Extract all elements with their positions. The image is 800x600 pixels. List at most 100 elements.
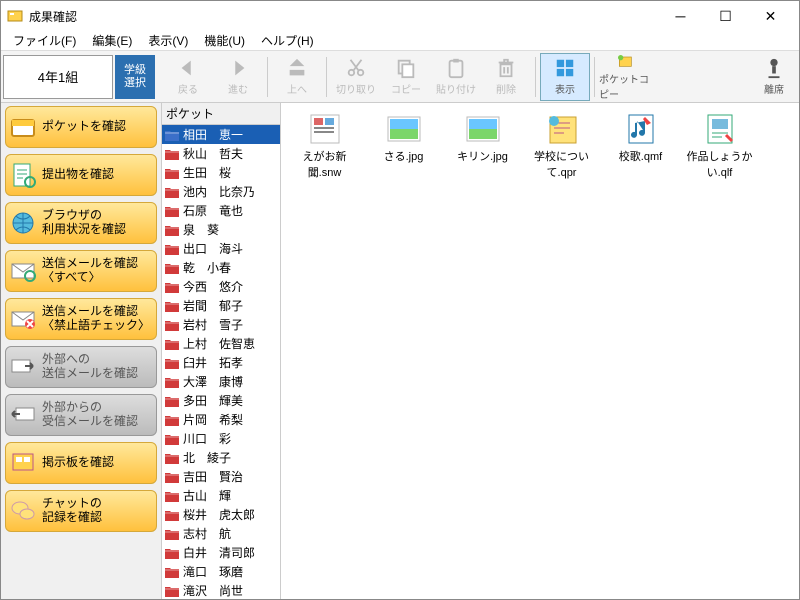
file-item[interactable]: さる.jpg <box>366 113 441 180</box>
tree-header: ポケット <box>162 103 280 125</box>
tree-item[interactable]: 滝沢 尚世 <box>162 581 280 599</box>
tree-item[interactable]: 泉 葵 <box>162 220 280 239</box>
tree-item[interactable]: 池内 比奈乃 <box>162 182 280 201</box>
tree-item[interactable]: 吉田 賢治 <box>162 467 280 486</box>
action-bbs[interactable]: 掲示板を確認 <box>5 442 157 484</box>
class-display: 4年1組 <box>3 55 113 99</box>
app-icon <box>7 8 23 24</box>
delete-icon <box>495 57 517 79</box>
folder-icon <box>165 300 179 312</box>
tree-item[interactable]: 川口 彩 <box>162 429 280 448</box>
folder-icon <box>165 566 179 578</box>
tree-body[interactable]: 相田 恵一秋山 哲夫生田 桜池内 比奈乃石原 竜也泉 葵出口 海斗乾 小春今西 … <box>162 125 280 599</box>
up-icon <box>286 57 308 79</box>
paste-icon <box>445 57 467 79</box>
file-label: 校歌.qmf <box>619 148 662 164</box>
board-icon <box>10 450 36 476</box>
close-button[interactable]: ✕ <box>748 2 793 30</box>
action-ext-out[interactable]: 外部への送信メールを確認 <box>5 346 157 388</box>
file-item[interactable]: 校歌.qmf <box>603 113 678 180</box>
file-view[interactable]: えがお新聞.snwさる.jpg キリン.jpg 学校について.qpr 校歌.qmf 作品… <box>281 103 799 599</box>
folder-icon <box>165 281 179 293</box>
tree-item[interactable]: 生田 桜 <box>162 163 280 182</box>
folder-icon <box>165 585 179 597</box>
tree-item[interactable]: 大澤 康博 <box>162 372 280 391</box>
toolbar: 4年1組 学級選択 戻る進む上へ切り取りコピー貼り付け削除表示ポケットコピー 離… <box>1 51 799 103</box>
tree-item[interactable]: 石原 竜也 <box>162 201 280 220</box>
file-label: キリン.jpg <box>457 148 508 164</box>
pocket-copy-icon <box>613 53 635 69</box>
tree-item[interactable]: 滝口 琢磨 <box>162 562 280 581</box>
menu-ヘルプ[interactable]: ヘルプ(H) <box>253 30 322 51</box>
toolbar-paste-button: 貼り付け <box>431 53 481 101</box>
copy-icon <box>395 57 417 79</box>
tree-item[interactable]: 乾 小春 <box>162 258 280 277</box>
folder-icon <box>165 433 179 445</box>
file-img-icon <box>384 113 424 145</box>
doc-icon <box>10 162 36 188</box>
mailin-icon <box>10 402 36 428</box>
folder-icon <box>165 452 179 464</box>
folder-icon <box>165 129 179 141</box>
away-button[interactable]: 離席 <box>749 53 799 101</box>
menu-ファイル[interactable]: ファイル(F) <box>5 30 84 51</box>
action-ext-in[interactable]: 外部からの受信メールを確認 <box>5 394 157 436</box>
menu-編集[interactable]: 編集(E) <box>84 30 140 51</box>
chair-icon <box>763 57 785 79</box>
folder-icon <box>165 490 179 502</box>
window-title: 成果確認 <box>29 8 658 25</box>
tree-item[interactable]: 片岡 希梨 <box>162 410 280 429</box>
file-img-icon <box>463 113 503 145</box>
toolbar-up-button: 上へ <box>272 53 322 101</box>
minimize-button[interactable]: ─ <box>658 2 703 30</box>
file-item[interactable]: 学校について.qpr <box>524 113 599 180</box>
toolbar-cut-button: 切り取り <box>331 53 381 101</box>
tree-item[interactable]: 岩村 雪子 <box>162 315 280 334</box>
mailout-icon <box>10 354 36 380</box>
folder-icon <box>165 243 179 255</box>
tree-item[interactable]: 秋山 哲夫 <box>162 144 280 163</box>
tree-item[interactable]: 古山 輝 <box>162 486 280 505</box>
mailx-icon <box>10 306 36 332</box>
toolbar-delete-button: 削除 <box>481 53 531 101</box>
file-item[interactable]: えがお新聞.snw <box>287 113 362 180</box>
file-item[interactable]: キリン.jpg <box>445 113 520 180</box>
action-sentmail-ng[interactable]: 送信メールを確認〈禁止語チェック〉 <box>5 298 157 340</box>
class-select-button[interactable]: 学級選択 <box>115 55 155 99</box>
tree-item[interactable]: 多田 輝美 <box>162 391 280 410</box>
folder-icon <box>165 414 179 426</box>
tree-item[interactable]: 今西 悠介 <box>162 277 280 296</box>
tree-item[interactable]: 岩間 郁子 <box>162 296 280 315</box>
action-submit[interactable]: 提出物を確認 <box>5 154 157 196</box>
tree-item[interactable]: 白井 清司郎 <box>162 543 280 562</box>
action-chat[interactable]: チャットの記録を確認 <box>5 490 157 532</box>
folder-icon <box>165 262 179 274</box>
tree-item[interactable]: 北 綾子 <box>162 448 280 467</box>
menu-機能[interactable]: 機能(U) <box>196 30 253 51</box>
folder-icon <box>165 547 179 559</box>
student-tree: ポケット 相田 恵一秋山 哲夫生田 桜池内 比奈乃石原 竜也泉 葵出口 海斗乾 … <box>161 103 281 599</box>
mail-icon <box>10 258 36 284</box>
tree-item[interactable]: 出口 海斗 <box>162 239 280 258</box>
cut-icon <box>345 57 367 79</box>
tree-item[interactable]: 上村 佐智恵 <box>162 334 280 353</box>
toolbar-copy-button: コピー <box>381 53 431 101</box>
file-label: 学校について.qpr <box>524 148 599 180</box>
view-icon <box>554 57 576 79</box>
tree-item[interactable]: 桜井 虎太郎 <box>162 505 280 524</box>
maximize-button[interactable]: ☐ <box>703 2 748 30</box>
action-sentmail[interactable]: 送信メールを確認〈すべて〉 <box>5 250 157 292</box>
folder-icon <box>165 395 179 407</box>
action-pocket[interactable]: ポケットを確認 <box>5 106 157 148</box>
toolbar-pocket-copy-button[interactable]: ポケットコピー <box>599 53 649 101</box>
tree-item[interactable]: 志村 航 <box>162 524 280 543</box>
folder-icon <box>165 167 179 179</box>
menu-表示[interactable]: 表示(V) <box>140 30 196 51</box>
toolbar-view-button[interactable]: 表示 <box>540 53 590 101</box>
file-item[interactable]: 作品しょうかい.qlf <box>682 113 757 180</box>
action-browser[interactable]: ブラウザの利用状況を確認 <box>5 202 157 244</box>
tree-item[interactable]: 相田 恵一 <box>162 125 280 144</box>
folder-icon <box>165 376 179 388</box>
tree-item[interactable]: 臼井 拓孝 <box>162 353 280 372</box>
folder-icon <box>165 186 179 198</box>
